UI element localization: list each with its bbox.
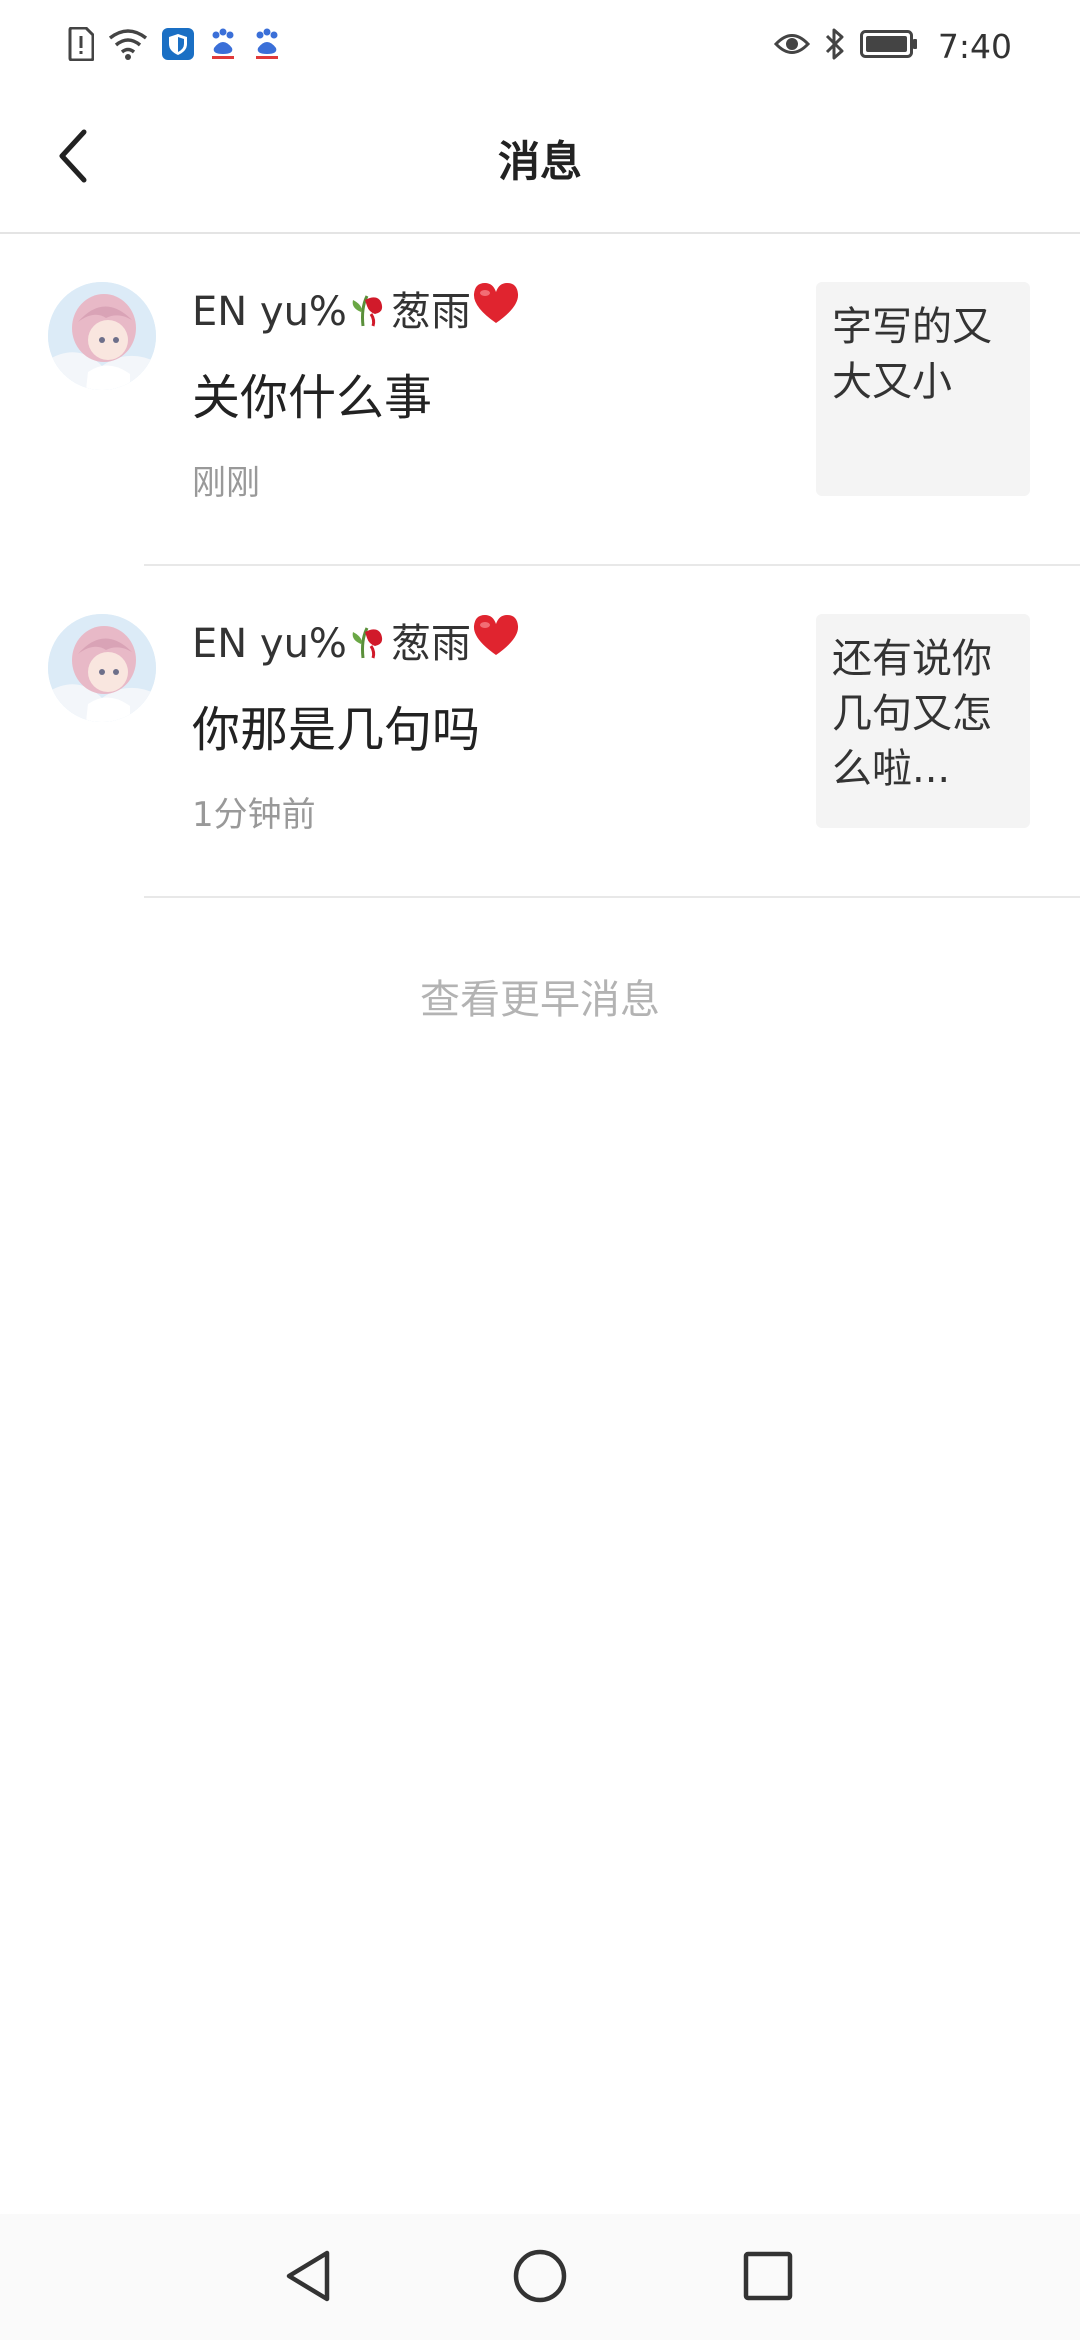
wilted-rose-emoji bbox=[347, 610, 391, 677]
status-time: 7:40 bbox=[937, 26, 1012, 66]
quoted-message[interactable]: 字写的又大又小 bbox=[816, 282, 1030, 496]
sender-name: EN yu% 葱雨 bbox=[192, 278, 792, 345]
baidu-paw-icon bbox=[252, 28, 282, 64]
message-time: 刚刚 bbox=[192, 463, 260, 503]
nav-recents-button[interactable] bbox=[728, 2238, 808, 2318]
sender-name-suffix: 葱雨 bbox=[390, 288, 471, 335]
message-item[interactable]: EN yu% 葱雨 你那是几句吗 1分钟前 还有说你几句又怎么啦... bbox=[0, 566, 1080, 898]
sender-name-text: EN yu% bbox=[192, 620, 347, 667]
message-text: 关你什么事 bbox=[192, 370, 433, 426]
sender-name-text: EN yu% bbox=[192, 288, 347, 335]
message-item[interactable]: EN yu% 葱雨 关你什么事 刚刚 字写的又大又小 bbox=[0, 234, 1080, 566]
sim-alert-icon bbox=[68, 26, 95, 65]
load-earlier-link[interactable]: 查看更早消息 bbox=[0, 962, 1080, 1038]
message-content: EN yu% 葱雨 你那是几句吗 1分钟前 bbox=[192, 610, 792, 839]
quoted-message[interactable]: 还有说你几句又怎么啦... bbox=[816, 614, 1030, 828]
message-time: 1分钟前 bbox=[192, 795, 316, 835]
wifi-icon bbox=[108, 27, 148, 65]
red-heart-emoji bbox=[471, 281, 521, 342]
message-content: EN yu% 葱雨 关你什么事 刚刚 bbox=[192, 278, 792, 507]
back-triangle-icon bbox=[283, 2248, 333, 2308]
status-bar: 7:40 bbox=[0, 0, 1080, 92]
eye-icon bbox=[773, 31, 810, 61]
message-text: 你那是几句吗 bbox=[192, 702, 481, 758]
nav-back-button[interactable] bbox=[268, 2238, 348, 2318]
shield-app-icon bbox=[162, 28, 194, 64]
battery-icon bbox=[859, 30, 918, 62]
red-heart-emoji bbox=[471, 613, 521, 674]
sender-name: EN yu% 葱雨 bbox=[192, 610, 792, 677]
wilted-rose-emoji bbox=[347, 278, 391, 345]
page-title: 消息 bbox=[497, 137, 582, 186]
status-right-icons: 7:40 bbox=[773, 24, 1012, 68]
baidu-paw-icon bbox=[208, 28, 238, 64]
sender-name-suffix: 葱雨 bbox=[390, 620, 471, 667]
recents-square-icon bbox=[742, 2250, 794, 2306]
nav-home-button[interactable] bbox=[500, 2238, 580, 2318]
bluetooth-icon bbox=[824, 27, 846, 65]
status-left-icons bbox=[68, 24, 282, 68]
navigation-bar bbox=[0, 2214, 1080, 2340]
back-button[interactable] bbox=[40, 124, 108, 192]
chevron-left-icon bbox=[54, 128, 94, 188]
avatar[interactable] bbox=[48, 614, 156, 722]
home-circle-icon bbox=[512, 2248, 568, 2308]
title-bar: 消息 bbox=[0, 92, 1080, 234]
divider bbox=[144, 896, 1080, 898]
avatar[interactable] bbox=[48, 282, 156, 390]
